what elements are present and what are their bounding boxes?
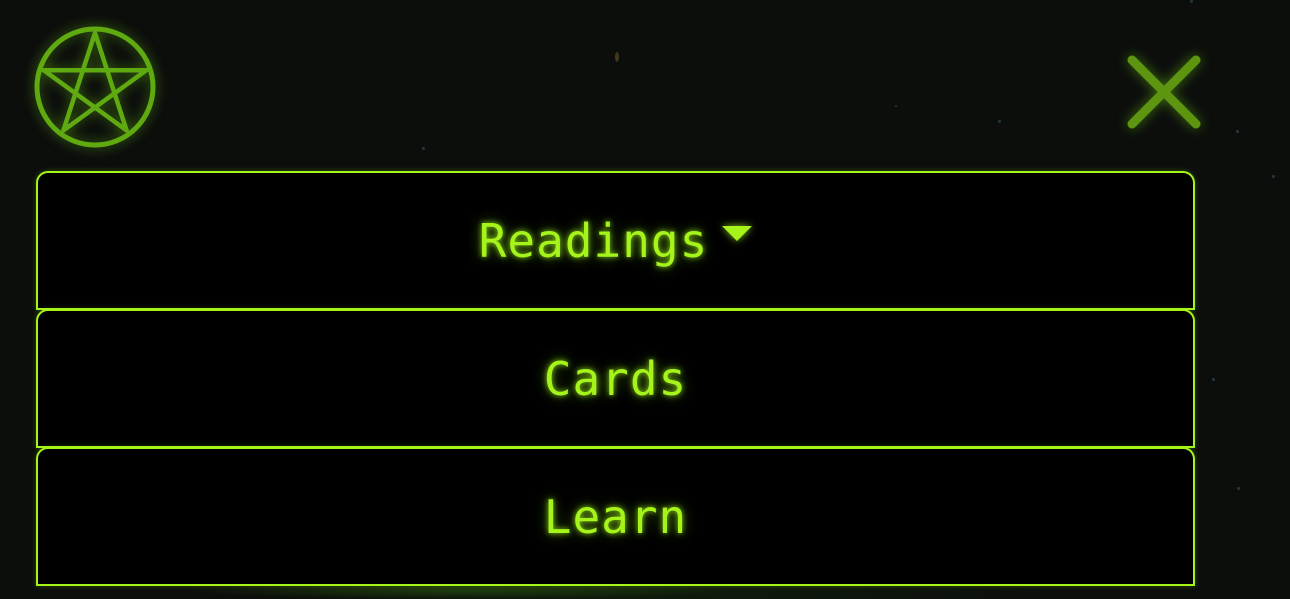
menu-item-label: Learn	[543, 489, 688, 544]
menu-item-label: Cards	[543, 351, 688, 406]
caret-down-icon	[722, 226, 753, 241]
star-dot	[1236, 130, 1239, 133]
star-dot	[615, 52, 619, 62]
star-dot	[1190, 0, 1193, 3]
menu-item-readings[interactable]: Readings	[36, 171, 1195, 310]
menu-item-label: Readings	[478, 213, 709, 268]
menu-item-learn[interactable]: Learn	[36, 447, 1195, 586]
menu-item-cards[interactable]: Cards	[36, 309, 1195, 448]
close-icon[interactable]	[1118, 46, 1210, 138]
pentagram-icon[interactable]	[33, 25, 157, 149]
star-dot	[1237, 487, 1240, 490]
star-dot	[998, 120, 1001, 123]
star-dot	[422, 147, 425, 150]
star-dot	[1212, 378, 1215, 381]
star-dot	[1272, 175, 1275, 178]
star-dot	[895, 105, 897, 107]
